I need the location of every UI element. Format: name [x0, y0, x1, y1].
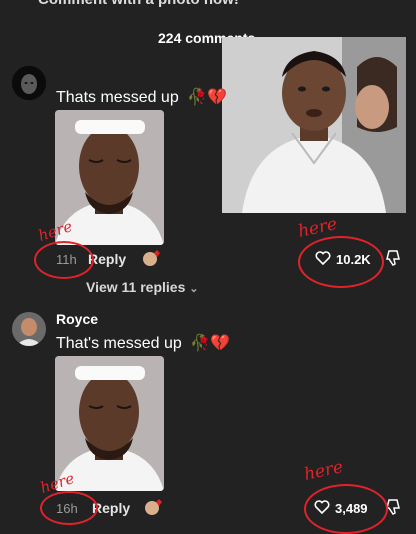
- dislike-icon[interactable]: [386, 498, 402, 516]
- man-in-white-shirt-image: [222, 37, 406, 213]
- comment-with-photo-banner[interactable]: Comment with a photo now!: [38, 0, 239, 8]
- annotation-circle: [298, 236, 384, 288]
- royce-avatar-image: [12, 312, 46, 346]
- chevron-down-icon: ⌄: [189, 283, 199, 295]
- annotation-note: here: [302, 457, 345, 485]
- dislike-icon[interactable]: [386, 249, 402, 267]
- rose-icon: 🥀: [187, 89, 208, 106]
- view-replies-button[interactable]: View 11 replies ⌄: [86, 279, 198, 295]
- annotation-circle: [34, 241, 94, 279]
- rose-icon: 🥀: [190, 335, 211, 352]
- avatar[interactable]: [12, 66, 46, 100]
- heart-face-icon: [145, 499, 162, 515]
- broken-heart-icon: 💔: [210, 335, 231, 352]
- heart-face-icon: [143, 250, 160, 266]
- video-thumbnail[interactable]: [222, 37, 406, 213]
- comment-text: That's messed up 🥀💔: [56, 333, 230, 353]
- broken-heart-icon: 💔: [207, 89, 228, 106]
- dark-face-avatar-image: [12, 66, 46, 100]
- avatar[interactable]: [12, 312, 46, 346]
- reaction-icon[interactable]: [144, 498, 164, 516]
- view-replies-label: View 11 replies: [86, 279, 186, 295]
- reaction-icon[interactable]: [142, 249, 162, 267]
- username[interactable]: Royce: [56, 311, 98, 327]
- annotation-circle: [304, 484, 388, 534]
- comment-body: Thats messed up: [56, 89, 179, 106]
- comment-body: That's messed up: [56, 335, 182, 352]
- comment-text: Thats messed up 🥀💔: [56, 87, 227, 107]
